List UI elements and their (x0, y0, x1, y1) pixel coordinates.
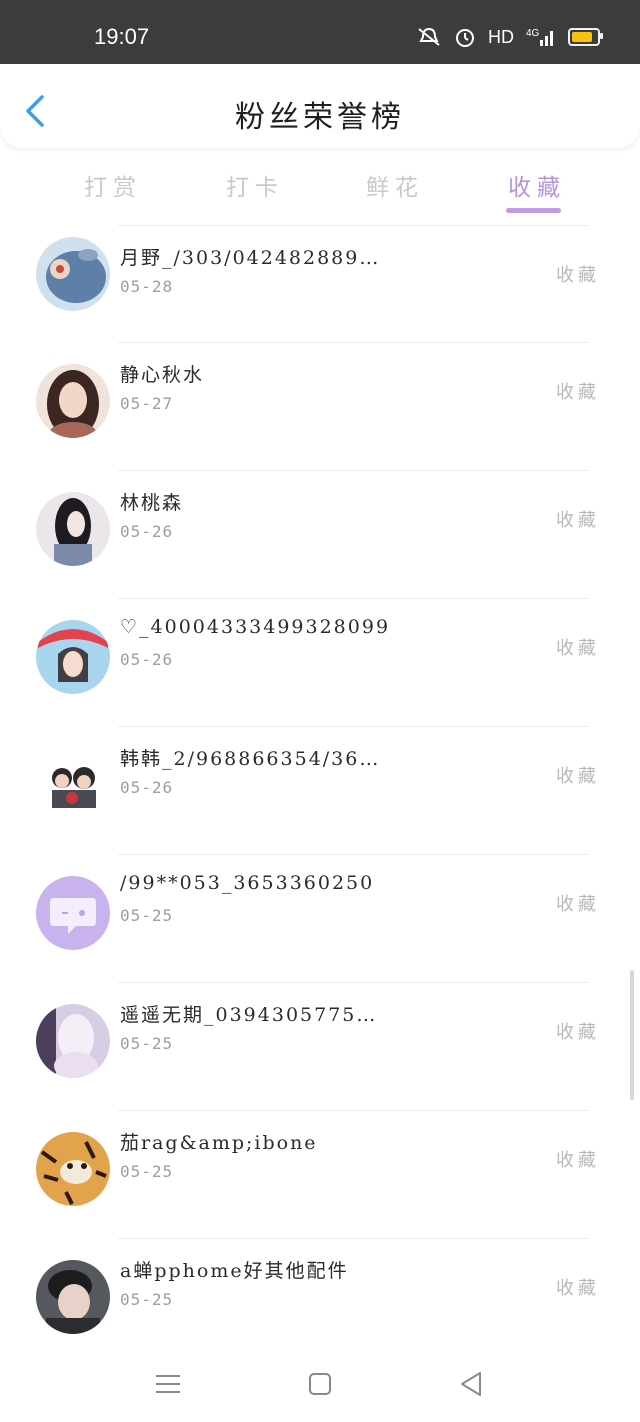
back-triangle-icon[interactable] (456, 1368, 488, 1400)
active-tab-indicator (506, 208, 561, 213)
entry-date: 05-27 (120, 394, 174, 413)
entry-name: 月野_/303/042482889… (120, 247, 381, 269)
divider (118, 225, 590, 226)
entry-date: 05-26 (120, 778, 174, 797)
signal-icon: 4G (526, 28, 553, 46)
divider (118, 1110, 590, 1111)
divider (118, 598, 590, 599)
entry-action: 收藏 (556, 265, 600, 286)
app-header: 粉丝荣誉榜 (0, 64, 640, 148)
home-icon[interactable] (304, 1368, 336, 1400)
status-icons: HD 4G (416, 26, 603, 48)
list-item[interactable]: /99**053_3653360250 05-25 收藏 (0, 854, 640, 982)
entry-name: 静心秋水 (120, 364, 205, 386)
tab-checkin[interactable]: 打卡 (226, 168, 284, 202)
entry-date: 05-25 (120, 1290, 174, 1309)
divider (118, 342, 590, 343)
avatar (36, 1132, 110, 1206)
avatar (36, 237, 110, 311)
avatar (36, 1260, 110, 1334)
divider (118, 854, 590, 855)
entry-name: 茄rag&amp;ibone (120, 1132, 318, 1154)
list-item[interactable]: 静心秋水 05-27 收藏 (0, 342, 640, 470)
scrollbar-thumb[interactable] (630, 970, 634, 1100)
entry-action: 收藏 (556, 894, 600, 915)
entry-action: 收藏 (556, 382, 600, 403)
tab-tip[interactable]: 打赏 (84, 168, 142, 202)
tab-bar: 打赏 打卡 鲜花 收藏 (0, 160, 640, 216)
entry-name: 韩韩_2/968866354/36… (120, 748, 381, 770)
divider (118, 726, 590, 727)
entry-name: 遥遥无期_0394305775… (120, 1004, 378, 1026)
list-item[interactable]: 林桃森 05-26 收藏 (0, 470, 640, 598)
list-item[interactable]: 月野_/303/042482889… 05-28 收藏 (0, 225, 640, 353)
entry-date: 05-26 (120, 522, 174, 541)
list-item[interactable]: 韩韩_2/968866354/36… 05-26 收藏 (0, 726, 640, 854)
entry-action: 收藏 (556, 1278, 600, 1299)
entry-date: 05-25 (120, 906, 174, 925)
avatar (36, 876, 110, 950)
entry-name: ♡_40004333499328099 (120, 616, 391, 638)
entry-action: 收藏 (556, 510, 600, 531)
list-item[interactable]: ♡_40004333499328099 05-26 收藏 (0, 598, 640, 726)
entry-action: 收藏 (556, 638, 600, 659)
list-item[interactable]: 遥遥无期_0394305775… 05-25 收藏 (0, 982, 640, 1110)
tab-flowers[interactable]: 鲜花 (366, 168, 424, 202)
entry-action: 收藏 (556, 766, 600, 787)
avatar (36, 492, 110, 566)
avatar (36, 748, 110, 822)
entry-date: 05-26 (120, 650, 174, 669)
alarm-icon (456, 29, 474, 47)
status-time: 19:07 (94, 24, 150, 49)
avatar (36, 620, 110, 694)
entry-name: 林桃森 (120, 492, 184, 514)
mute-bell-icon (418, 27, 440, 46)
avatar (36, 364, 110, 438)
entry-date: 05-28 (120, 277, 174, 296)
divider (118, 1238, 590, 1239)
divider (118, 982, 590, 983)
avatar (36, 1004, 110, 1078)
svg-text:4G: 4G (526, 28, 540, 39)
entry-date: 05-25 (120, 1034, 174, 1053)
status-bar: 19:07 HD 4G (0, 0, 640, 64)
entry-action: 收藏 (556, 1150, 600, 1171)
divider (118, 470, 590, 471)
list-item[interactable]: 茄rag&amp;ibone 05-25 收藏 (0, 1110, 640, 1238)
entry-action: 收藏 (556, 1022, 600, 1043)
entry-date: 05-25 (120, 1162, 174, 1181)
system-nav-bar (0, 1352, 640, 1422)
entry-name: /99**053_3653360250 (120, 872, 375, 894)
page-title: 粉丝荣誉榜 (235, 100, 405, 135)
tab-favorites[interactable]: 收藏 (508, 168, 566, 202)
battery-icon (568, 28, 603, 46)
network-type: HD (488, 26, 514, 47)
list-item[interactable]: a蝉pphome好其他配件 05-25 收藏 (0, 1238, 640, 1366)
menu-icon[interactable] (152, 1368, 184, 1400)
entry-name: a蝉pphome好其他配件 (120, 1260, 349, 1282)
